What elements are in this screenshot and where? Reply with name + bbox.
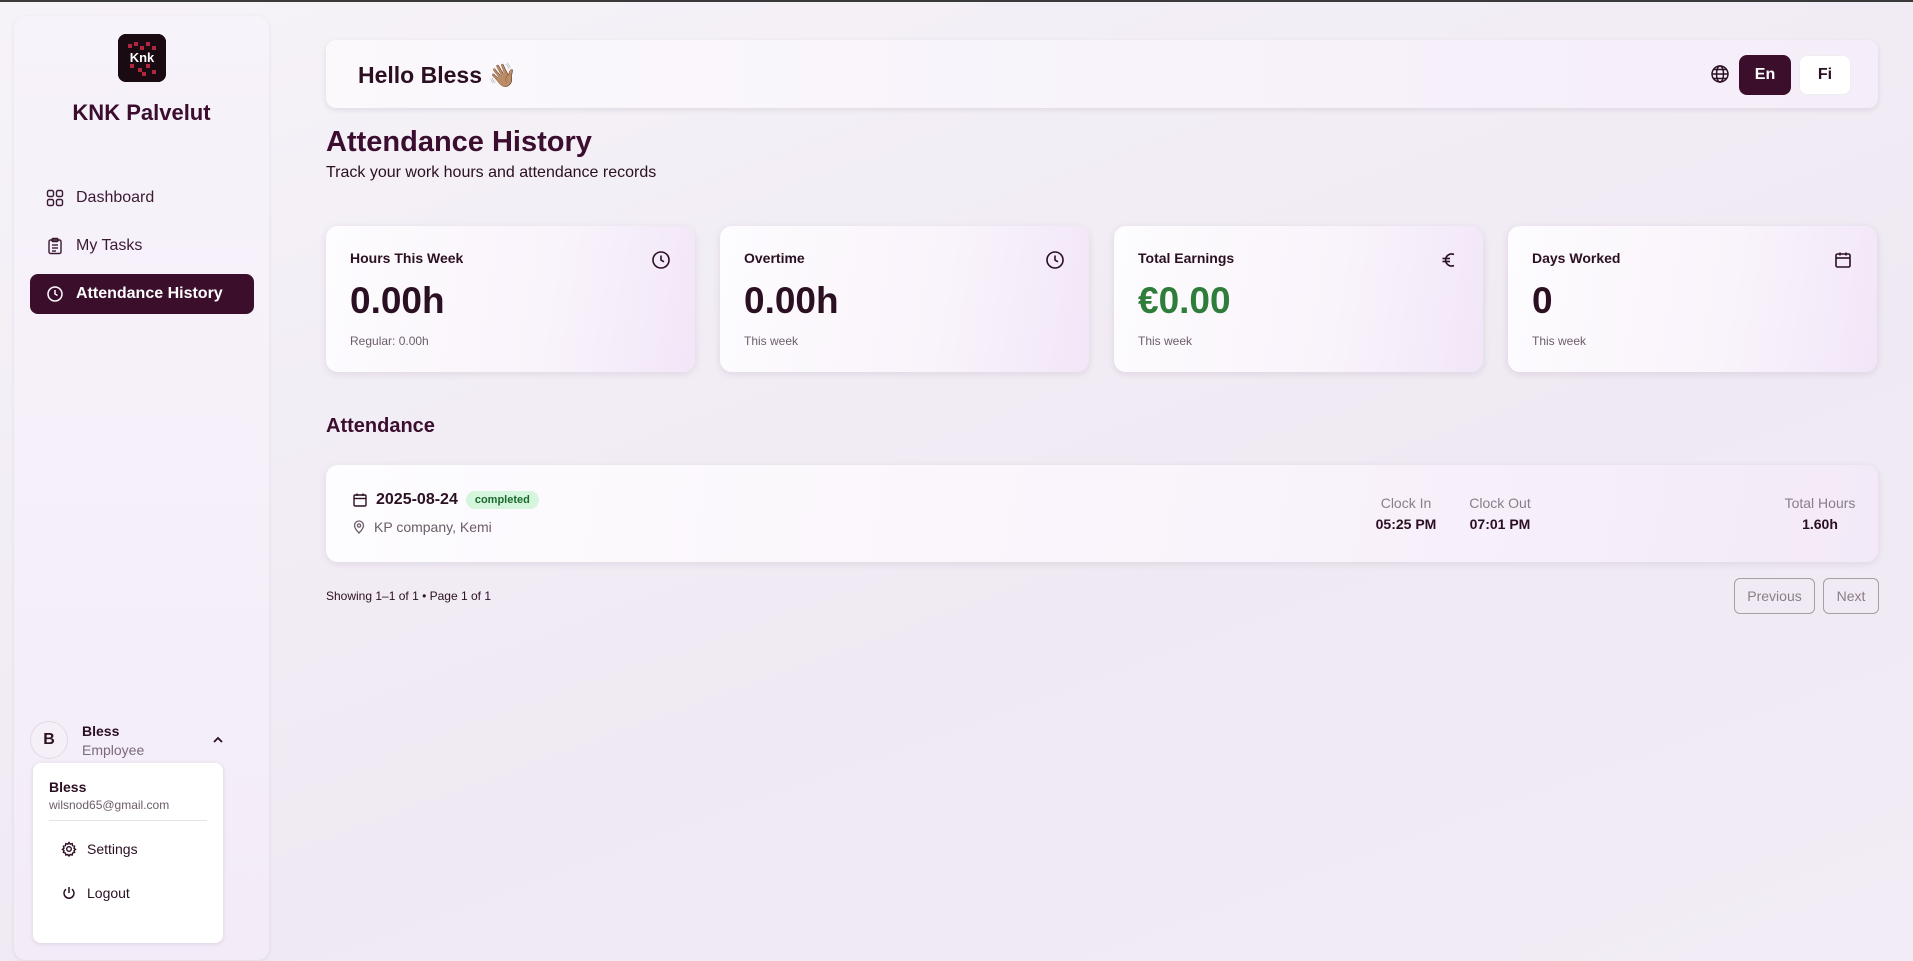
grid-icon — [46, 189, 64, 207]
total-hours-value: 1.60h — [1802, 516, 1838, 532]
user-menu-email: wilsnod65@gmail.com — [49, 798, 170, 812]
stat-value: 0.00h — [350, 280, 445, 321]
total-hours-column: Total Hours 1.60h — [1780, 495, 1860, 532]
stat-label: Hours This Week — [350, 250, 464, 266]
pagination-summary: Showing 1–1 of 1 • Page 1 of 1 — [326, 589, 491, 603]
page-title: Attendance History — [326, 126, 592, 158]
calendar-icon — [1833, 250, 1853, 270]
stat-label: Total Earnings — [1138, 250, 1235, 266]
logo-mark-icon: Knk — [118, 34, 166, 82]
stat-value: €0.00 — [1138, 280, 1231, 321]
globe-icon — [1710, 64, 1730, 84]
attendance-record[interactable]: 2025-08-24 completed KP company, Kemi Cl… — [326, 465, 1878, 562]
user-menu: Bless wilsnod65@gmail.com Settings Logou… — [33, 763, 223, 943]
window-top-border — [0, 0, 1913, 2]
attendance-date: 2025-08-24 — [376, 491, 458, 508]
stat-card-days-worked: Days Worked 0 This week — [1508, 226, 1877, 372]
stat-card-total-earnings: Total Earnings €0.00 This week — [1114, 226, 1483, 372]
sidebar-item-dashboard[interactable]: Dashboard — [30, 178, 254, 218]
user-profile-toggle[interactable]: B Bless Employee — [30, 718, 230, 762]
stat-value: 0.00h — [744, 280, 839, 321]
stat-label: Overtime — [744, 250, 805, 266]
total-hours-label: Total Hours — [1784, 495, 1856, 511]
clock-in-column: Clock In 05:25 PM — [1366, 495, 1446, 532]
user-name: Bless — [82, 722, 120, 739]
avatar: B — [30, 721, 68, 759]
clock-icon — [651, 250, 671, 270]
next-page-button[interactable]: Next — [1823, 578, 1879, 614]
stat-card-hours-this-week: Hours This Week 0.00h Regular: 0.00h — [326, 226, 695, 372]
stat-note: This week — [1532, 334, 1587, 348]
stat-note: This week — [1138, 334, 1193, 348]
previous-page-button[interactable]: Previous — [1734, 578, 1815, 614]
clock-icon — [1045, 250, 1065, 270]
sidebar-item-label: Dashboard — [76, 189, 155, 206]
clock-icon — [46, 285, 64, 303]
settings-label: Settings — [87, 841, 138, 857]
stat-label: Days Worked — [1532, 250, 1621, 266]
logout-menu-item[interactable]: Logout — [49, 871, 207, 915]
settings-menu-item[interactable]: Settings — [49, 827, 207, 871]
brand-logo[interactable]: Knk — [118, 34, 166, 82]
location-pin-icon — [352, 520, 366, 534]
clock-in-value: 05:25 PM — [1375, 516, 1437, 532]
clipboard-icon — [46, 237, 64, 255]
chevron-up-icon[interactable] — [210, 732, 226, 748]
attendance-location: KP company, Kemi — [374, 519, 492, 535]
stat-value: 0 — [1532, 280, 1553, 321]
clock-out-label: Clock Out — [1469, 495, 1531, 511]
divider — [49, 820, 207, 821]
top-header: Hello Bless 👋🏽 En Fi — [326, 40, 1878, 108]
calendar-icon — [352, 492, 368, 508]
language-fi-button[interactable]: Fi — [1799, 55, 1851, 95]
language-en-button[interactable]: En — [1739, 55, 1791, 95]
attendance-section-title: Attendance — [326, 415, 435, 437]
user-role: Employee — [82, 741, 145, 758]
stat-note: Regular: 0.00h — [350, 334, 429, 348]
gear-icon — [61, 841, 77, 857]
stat-card-overtime: Overtime 0.00h This week — [720, 226, 1089, 372]
sidebar-item-attendance-history[interactable]: Attendance History — [30, 274, 254, 314]
sidebar-item-my-tasks[interactable]: My Tasks — [30, 226, 254, 266]
status-badge: completed — [465, 491, 539, 509]
logo-text: Knk — [130, 50, 155, 65]
clock-out-column: Clock Out 07:01 PM — [1460, 495, 1540, 532]
power-icon — [61, 885, 77, 901]
user-menu-name: Bless — [49, 779, 87, 795]
brand-name: KNK Palvelut — [72, 100, 211, 125]
clock-out-value: 07:01 PM — [1469, 516, 1531, 532]
greeting: Hello Bless 👋🏽 — [358, 62, 518, 88]
clock-in-label: Clock In — [1380, 495, 1432, 511]
sidebar-nav: Dashboard My Tasks Attendance History — [30, 178, 254, 322]
euro-icon — [1439, 250, 1459, 270]
logout-label: Logout — [87, 885, 130, 901]
page-subtitle: Track your work hours and attendance rec… — [326, 164, 657, 181]
sidebar-item-label: Attendance History — [76, 285, 223, 302]
sidebar-item-label: My Tasks — [76, 237, 143, 254]
stat-note: This week — [744, 334, 799, 348]
